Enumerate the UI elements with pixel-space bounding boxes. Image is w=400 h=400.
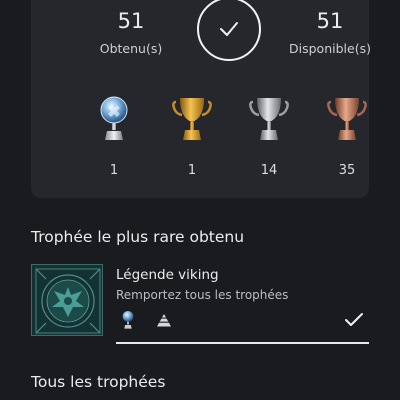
earned-label: Obtenu(s) — [99, 41, 163, 56]
available-label: Disponible(s) — [289, 41, 371, 56]
silver-trophy: 14 — [242, 96, 296, 178]
earned-count: 51 — [117, 9, 145, 33]
bronze-trophy: 35 — [320, 96, 374, 178]
silver-count: 14 — [260, 163, 278, 178]
rarest-trophy-name: Légende viking — [116, 267, 219, 283]
all-trophies-heading: Tous les trophées — [31, 373, 166, 391]
available-count: 51 — [316, 9, 344, 33]
gold-trophy-icon — [172, 98, 212, 140]
gold-trophy: 1 — [165, 96, 219, 178]
earned-check-icon — [345, 313, 363, 326]
completed-check-icon — [197, 0, 261, 61]
rarest-trophy-heading: Trophée le plus rare obtenu — [31, 228, 245, 246]
available-stat: 51 Disponible(s) — [275, 9, 385, 57]
rarest-trophy-description: Remportez tous les trophées — [116, 288, 289, 302]
bronze-count: 35 — [338, 163, 356, 178]
platinum-trophy-icon — [100, 96, 128, 140]
platinum-trophy: 1 — [87, 96, 141, 178]
earned-stat: 51 Obtenu(s) — [76, 9, 186, 57]
viking-legend-trophy-image — [31, 264, 103, 336]
trophy-summary-card: 51 Obtenu(s) 51 Disponible(s) 1 1 14 35 — [31, 0, 371, 198]
platinum-trophy-icon — [122, 310, 134, 329]
rarest-trophy-item[interactable]: Légende viking Remportez tous les trophé… — [31, 264, 369, 344]
platinum-count: 1 — [109, 163, 119, 178]
ultra-rare-icon — [157, 314, 171, 327]
bronze-trophy-icon — [327, 98, 367, 140]
gold-count: 1 — [187, 163, 197, 178]
focus-underline — [116, 342, 369, 344]
silver-trophy-icon — [249, 98, 289, 140]
